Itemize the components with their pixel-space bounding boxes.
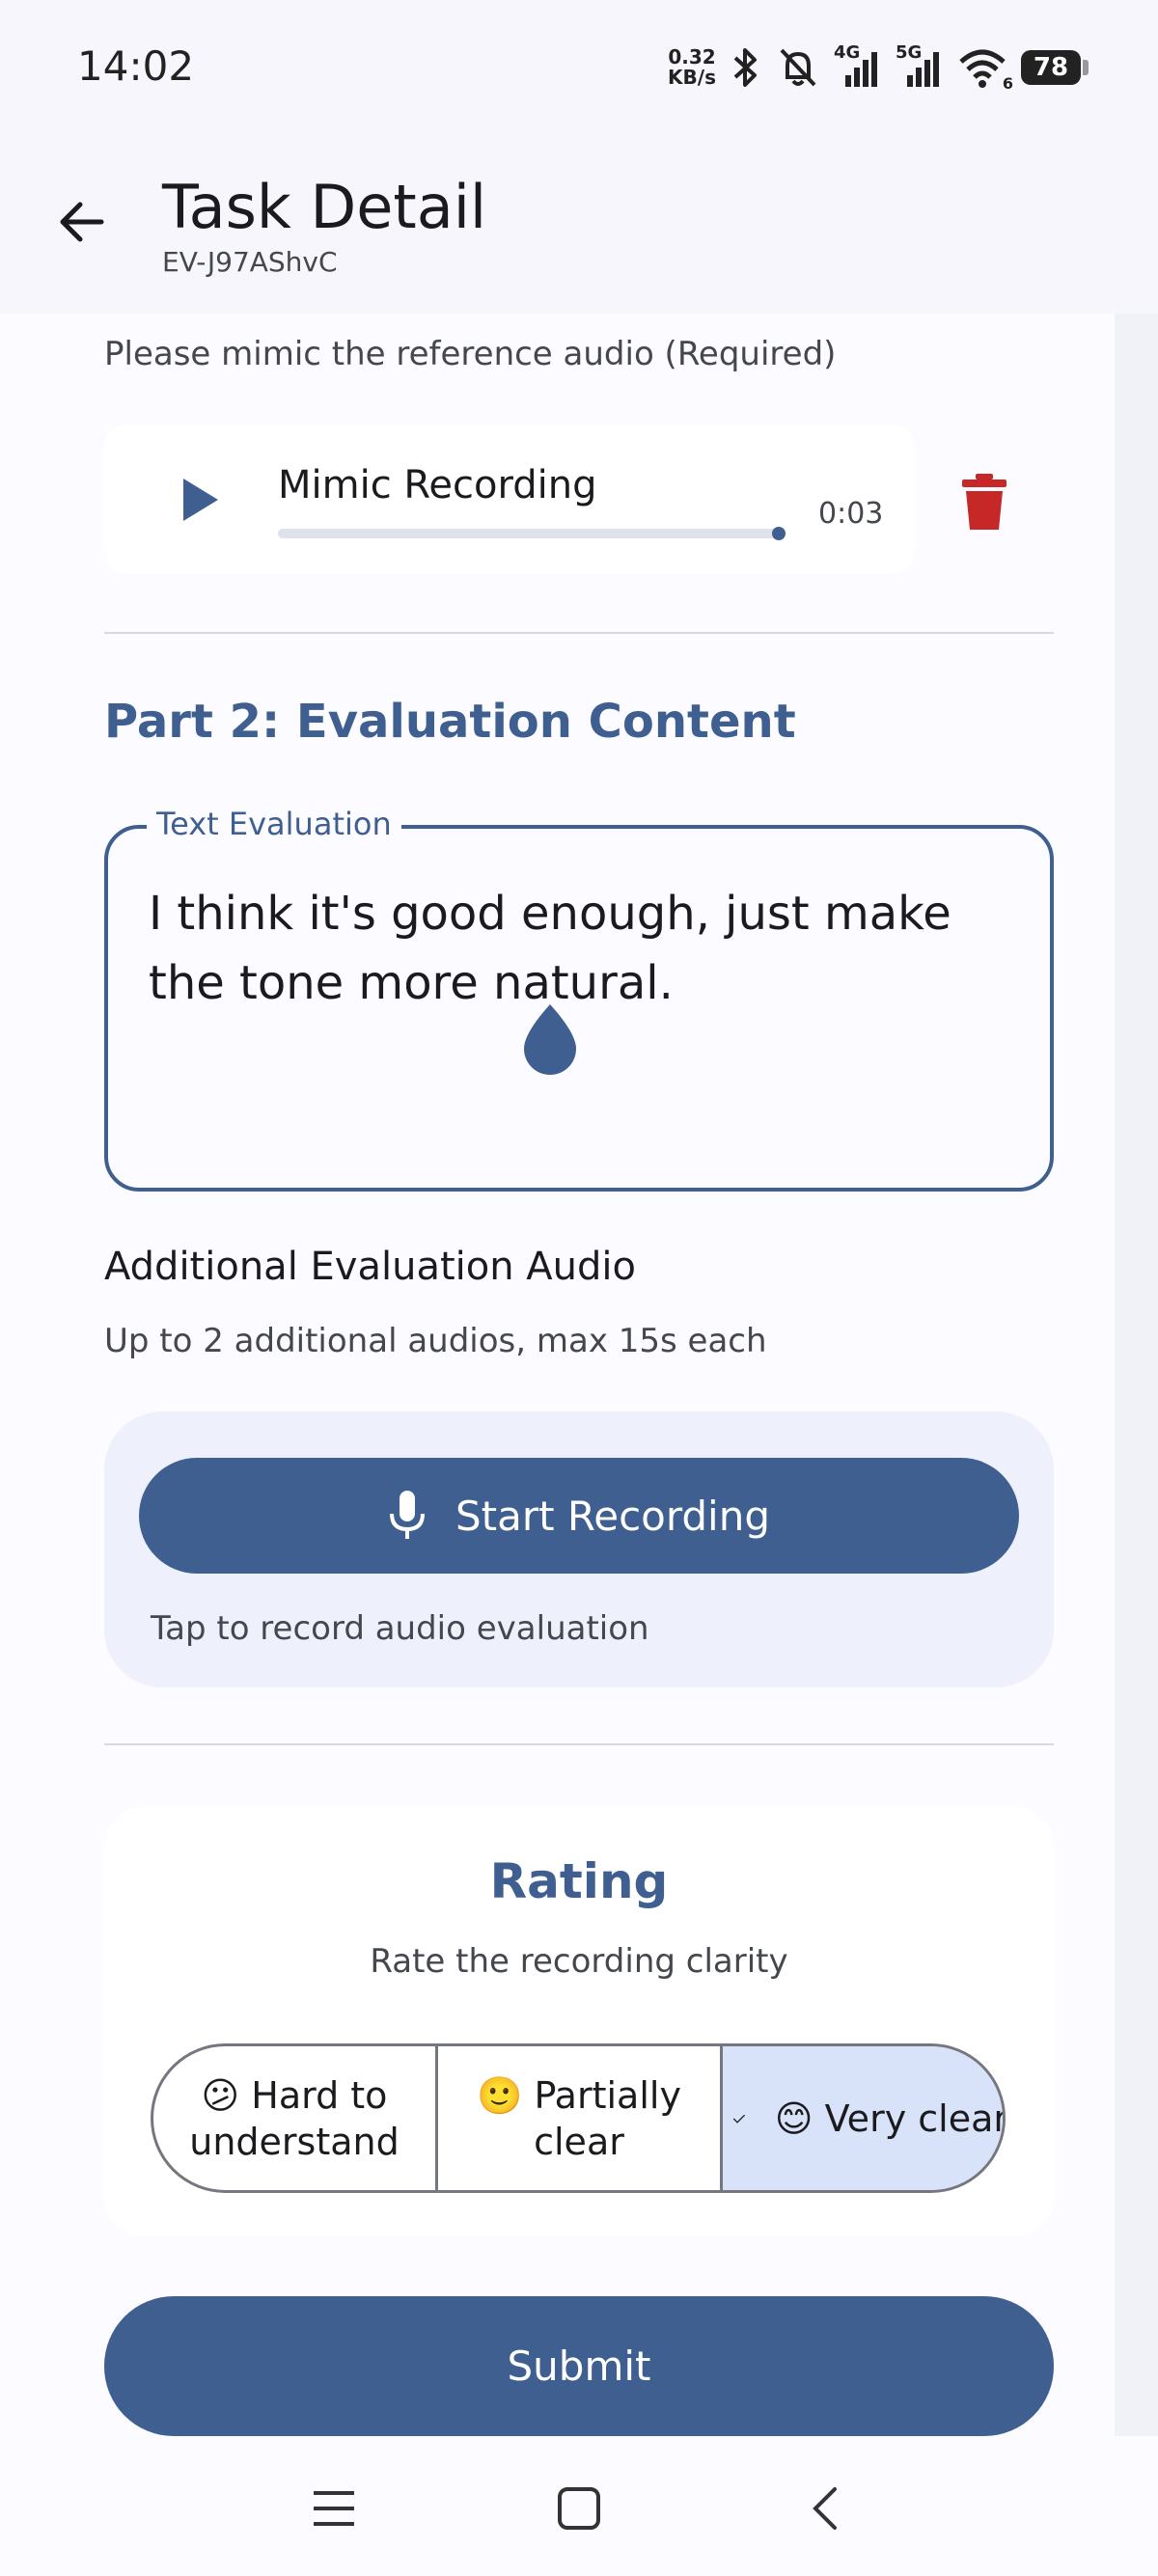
app-bar: Task Detail EV-J97AShvC (0, 135, 1158, 314)
mimic-label: Please mimic the reference audio (Requir… (104, 335, 837, 373)
bluetooth-icon (733, 48, 757, 87)
trash-icon (962, 474, 1006, 530)
back-button[interactable] (48, 188, 116, 256)
audio-seek-bar[interactable] (278, 527, 786, 540)
signal-5g: 5G (896, 42, 944, 89)
battery-indicator: 78 (1021, 50, 1089, 85)
status-time: 14:02 (77, 42, 195, 90)
net-speed-unit: KB/s (668, 66, 716, 89)
signal-4g: 4G (834, 42, 882, 89)
play-button[interactable] (172, 473, 226, 527)
audio-title: Mimic Recording (278, 463, 597, 507)
text-evaluation-label: Text Evaluation (147, 806, 401, 842)
rating-option-label: clear (534, 2120, 624, 2163)
status-bar: 14:02 0.32 KB/s 4G 5G 6 78 (0, 0, 1158, 135)
mic-icon (389, 1491, 425, 1539)
menu-icon (314, 2491, 354, 2526)
divider (104, 1743, 1054, 1745)
text-evaluation-value[interactable]: I think it's good enough, just make the … (149, 879, 1017, 1018)
rating-option-label: understand (189, 2120, 400, 2163)
text-cursor-handle-icon[interactable] (518, 1000, 582, 1078)
additional-audio-description: Up to 2 additional audios, max 15s each (104, 1322, 767, 1360)
check-icon (732, 2114, 746, 2124)
record-hint: Tap to record audio evaluation (151, 1609, 649, 1648)
rating-card: Rating Rate the recording clarity 😕 Hard… (104, 1807, 1054, 2236)
delete-recording-button[interactable] (955, 468, 1013, 535)
status-icons: 0.32 KB/s 4G 5G 6 78 (668, 39, 1089, 96)
additional-audio-title: Additional Evaluation Audio (104, 1245, 636, 1289)
start-recording-button[interactable]: Start Recording (139, 1458, 1019, 1574)
home-square-icon (558, 2487, 600, 2530)
slight-smile-icon: 🙂 (477, 2073, 523, 2117)
submit-button[interactable]: Submit (104, 2296, 1054, 2436)
nav-menu-button[interactable] (295, 2470, 372, 2547)
smiling-face-icon: 😊 (774, 2096, 813, 2140)
arrow-back-icon (60, 202, 104, 242)
net-speed: 0.32 KB/s (668, 47, 716, 88)
rating-title: Rating (489, 1853, 669, 1909)
audio-seek-thumb[interactable] (772, 527, 786, 540)
rating-option-label: Partially (534, 2073, 681, 2117)
net-speed-value: 0.32 (668, 45, 716, 69)
nav-home-button[interactable] (540, 2470, 618, 2547)
system-nav-bar (0, 2436, 1158, 2576)
wifi-icon (959, 49, 1006, 88)
rating-option-hard-to-understand[interactable]: 😕 Hard to understand (153, 2046, 438, 2190)
main-content[interactable]: Please mimic the reference audio (Requir… (0, 314, 1115, 2436)
rating-description: Rate the recording clarity (370, 1942, 788, 1981)
signal-bars-icon (845, 52, 877, 87)
section-title: Part 2: Evaluation Content (104, 695, 796, 749)
rating-option-label: Hard to (251, 2073, 388, 2117)
nav-back-button[interactable] (786, 2470, 863, 2547)
page-subtitle: EV-J97AShvC (162, 246, 338, 278)
wifi-sub-label: 6 (1002, 74, 1013, 93)
chevron-left-icon (813, 2487, 837, 2530)
audio-progress (278, 527, 786, 540)
mute-bell-icon (780, 48, 816, 87)
rating-option-partially-clear[interactable]: 🙂 Partially clear (438, 2046, 723, 2190)
text-evaluation-field[interactable]: Text Evaluation I think it's good enough… (104, 806, 1054, 1192)
audio-duration: 0:03 (818, 497, 884, 531)
play-icon (183, 479, 218, 521)
scroll-edge (1115, 314, 1158, 2436)
page-title: Task Detail (162, 172, 487, 242)
wifi: 6 (957, 46, 1013, 93)
confused-face-icon: 😕 (201, 2073, 240, 2117)
start-recording-label: Start Recording (455, 1492, 770, 1540)
divider (104, 632, 1054, 634)
rating-option-label: Very clear (824, 2096, 1006, 2140)
mimic-audio-card: Mimic Recording 0:03 (104, 425, 915, 574)
rating-option-very-clear[interactable]: 😊 Very clear (723, 2046, 1006, 2190)
signal-bars-icon (907, 52, 939, 87)
rating-segmented-control: 😕 Hard to understand 🙂 Partially clear 😊… (151, 2043, 1006, 2193)
record-panel: Start Recording Tap to record audio eval… (104, 1411, 1054, 1687)
